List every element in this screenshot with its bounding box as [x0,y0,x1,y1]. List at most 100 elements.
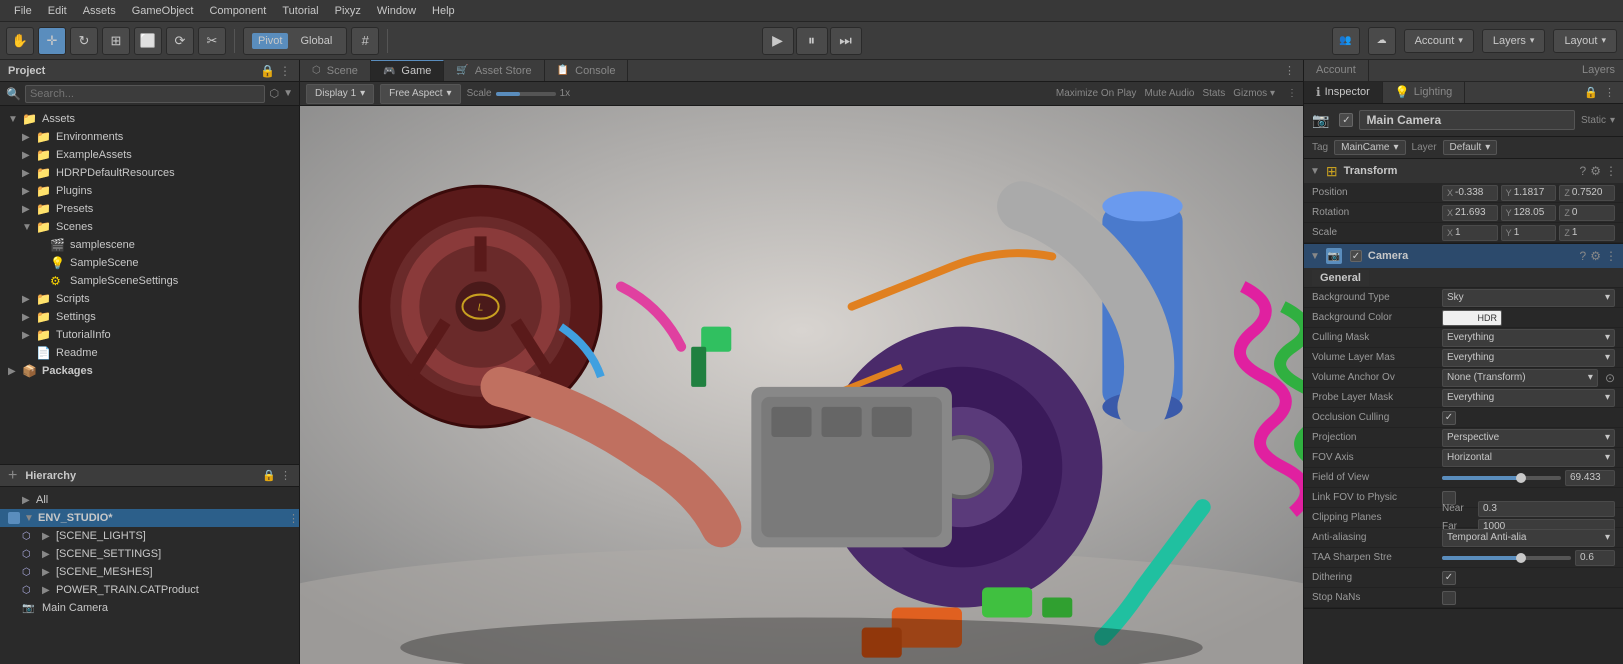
menu-window[interactable]: Window [369,0,424,22]
stop-nans-checkbox[interactable] [1442,591,1456,605]
taa-slider-thumb[interactable] [1516,553,1526,563]
tree-samplescene-settings[interactable]: ⚙ SampleSceneSettings [0,272,299,290]
hier-all[interactable]: ▶ All [0,491,299,509]
fov-field[interactable]: 69.433 [1565,470,1615,486]
layers-btn[interactable]: Layers ▾ [1482,29,1546,53]
rot-y-field[interactable]: Y 128.05 [1501,205,1557,221]
transform-help-btn[interactable]: ? [1580,164,1587,178]
near-field[interactable]: 0.3 [1478,501,1615,517]
obj-name-input[interactable] [1359,110,1575,130]
gizmos-label[interactable]: Gizmos ▾ [1233,88,1275,99]
projection-dropdown[interactable]: Perspective ▾ [1442,429,1615,447]
rot-z-field[interactable]: Z 0 [1559,205,1615,221]
tab-asset-store[interactable]: 🛒 Asset Store [444,60,544,81]
tab-lighting[interactable]: 💡 Lighting [1383,82,1466,103]
camera-header[interactable]: ▼ 📷 ✓ Camera ? ⚙ ⋮ [1304,244,1623,268]
tab-account[interactable]: Account [1304,60,1369,81]
right-menu-icon[interactable]: ⋮ [1604,86,1615,99]
bg-type-dropdown[interactable]: Sky ▾ [1442,289,1615,307]
occlusion-checkbox[interactable]: ✓ [1442,411,1456,425]
play-button[interactable]: ▶ [762,27,794,55]
menu-edit[interactable]: Edit [40,0,75,22]
stats-label[interactable]: Stats [1202,88,1225,99]
hand-tool-btn[interactable]: ✋ [6,27,34,55]
aa-dropdown[interactable]: Temporal Anti-alia ▾ [1442,529,1615,547]
taa-field[interactable]: 0.6 [1575,550,1615,566]
layout-btn[interactable]: Layout ▾ [1553,29,1617,53]
menu-file[interactable]: File [6,0,40,22]
tree-scenes[interactable]: ▼ 📁 Scenes [0,218,299,236]
hier-env-studio[interactable]: ▼ ENV_STUDIO* ⋮ [0,509,299,527]
hierarchy-lock-icon[interactable]: 🔒 [262,469,276,482]
tree-scripts[interactable]: ▶ 📁 Scripts [0,290,299,308]
scale-y-field[interactable]: Y 1 [1501,225,1557,241]
rect-tool-btn[interactable]: ⬜ [134,27,162,55]
pivot-label[interactable]: Pivot [252,33,288,49]
scale-z-field[interactable]: Z 1 [1559,225,1615,241]
layer-value[interactable]: Default ▾ [1443,140,1498,155]
menu-assets[interactable]: Assets [75,0,124,22]
scale-x-field[interactable]: X 1 [1442,225,1498,241]
global-label[interactable]: Global [294,33,338,49]
game-menu-icon[interactable]: ⋮ [1287,88,1297,99]
menu-help[interactable]: Help [424,0,463,22]
pos-x-field[interactable]: X -0.338 [1442,185,1498,201]
tree-samplescene2[interactable]: 💡 SampleScene [0,254,299,272]
tag-value[interactable]: MainCame ▾ [1334,140,1405,155]
collab-btn[interactable]: 👥 [1332,27,1360,55]
probe-layer-dropdown[interactable]: Everything ▾ [1442,389,1615,407]
menu-component[interactable]: Component [201,0,274,22]
menu-pixyz[interactable]: Pixyz [327,0,369,22]
layers-tab-label[interactable]: Layers [1582,64,1615,76]
tree-hdrp[interactable]: ▶ 📁 HDRPDefaultResources [0,164,299,182]
tree-samplescene[interactable]: 🎬 samplescene [0,236,299,254]
maximize-label[interactable]: Maximize On Play [1056,88,1137,99]
transform-tool-btn[interactable]: ⟳ [166,27,194,55]
fov-slider[interactable] [1442,476,1561,480]
tree-readme[interactable]: 📄 Readme [0,344,299,362]
mute-label[interactable]: Mute Audio [1144,88,1194,99]
hier-env-menu[interactable]: ⋮ [288,512,299,525]
move-tool-btn[interactable]: ✛ [38,27,66,55]
bg-color-swatch[interactable]: HDR [1442,310,1502,326]
cloud-btn[interactable]: ☁ [1368,27,1396,55]
transform-header[interactable]: ▼ ⊞ Transform ? ⚙ ⋮ [1304,159,1623,183]
account-btn[interactable]: Account ▾ [1404,29,1474,53]
tree-settings[interactable]: ▶ 📁 Settings [0,308,299,326]
step-button[interactable]: ⏭ [830,27,862,55]
hier-scene-lights[interactable]: ⬡ ▶ [SCENE_LIGHTS] [0,527,299,545]
tree-presets[interactable]: ▶ 📁 Presets [0,200,299,218]
hierarchy-add-icon[interactable]: + [8,467,17,485]
obj-active-checkbox[interactable]: ✓ [1339,113,1353,127]
scale-tool-btn[interactable]: ⊞ [102,27,130,55]
hier-main-camera[interactable]: 📷 Main Camera [0,599,299,617]
pos-z-field[interactable]: Z 0.7520 [1559,185,1615,201]
pivot-global-toggle[interactable]: Pivot Global [243,27,347,55]
custom-tool-btn[interactable]: ✂ [198,27,226,55]
display-btn[interactable]: Display 1 ▾ [306,84,374,104]
lock-right-icon[interactable]: 🔒 [1584,86,1598,99]
tab-inspector[interactable]: ℹ Inspector [1304,82,1383,103]
volume-anchor-pick-icon[interactable]: ⊙ [1605,371,1615,385]
taa-slider[interactable] [1442,556,1571,560]
camera-settings-btn[interactable]: ⚙ [1590,249,1601,263]
tree-example-assets[interactable]: ▶ 📁 ExampleAssets [0,146,299,164]
fov-slider-thumb[interactable] [1516,473,1526,483]
scale-slider[interactable] [496,92,556,96]
static-dropdown[interactable]: ▾ [1610,115,1615,126]
filter-icon[interactable]: ▼ [283,88,293,99]
grid-btn[interactable]: # [351,27,379,55]
project-menu-icon[interactable]: ⋮ [279,64,291,78]
transform-menu-btn[interactable]: ⋮ [1605,164,1617,178]
tree-environments[interactable]: ▶ 📁 Environments [0,128,299,146]
search-options-icon[interactable]: ⬡ [269,87,279,100]
culling-dropdown[interactable]: Everything ▾ [1442,329,1615,347]
menu-tutorial[interactable]: Tutorial [274,0,326,22]
rot-x-field[interactable]: X 21.693 [1442,205,1498,221]
transform-settings-btn[interactable]: ⚙ [1590,164,1601,178]
pos-y-field[interactable]: Y 1.1817 [1501,185,1557,201]
tree-tutorial[interactable]: ▶ 📁 TutorialInfo [0,326,299,344]
fov-axis-dropdown[interactable]: Horizontal ▾ [1442,449,1615,467]
tree-plugins[interactable]: ▶ 📁 Plugins [0,182,299,200]
volume-layer-dropdown[interactable]: Everything ▾ [1442,349,1615,367]
